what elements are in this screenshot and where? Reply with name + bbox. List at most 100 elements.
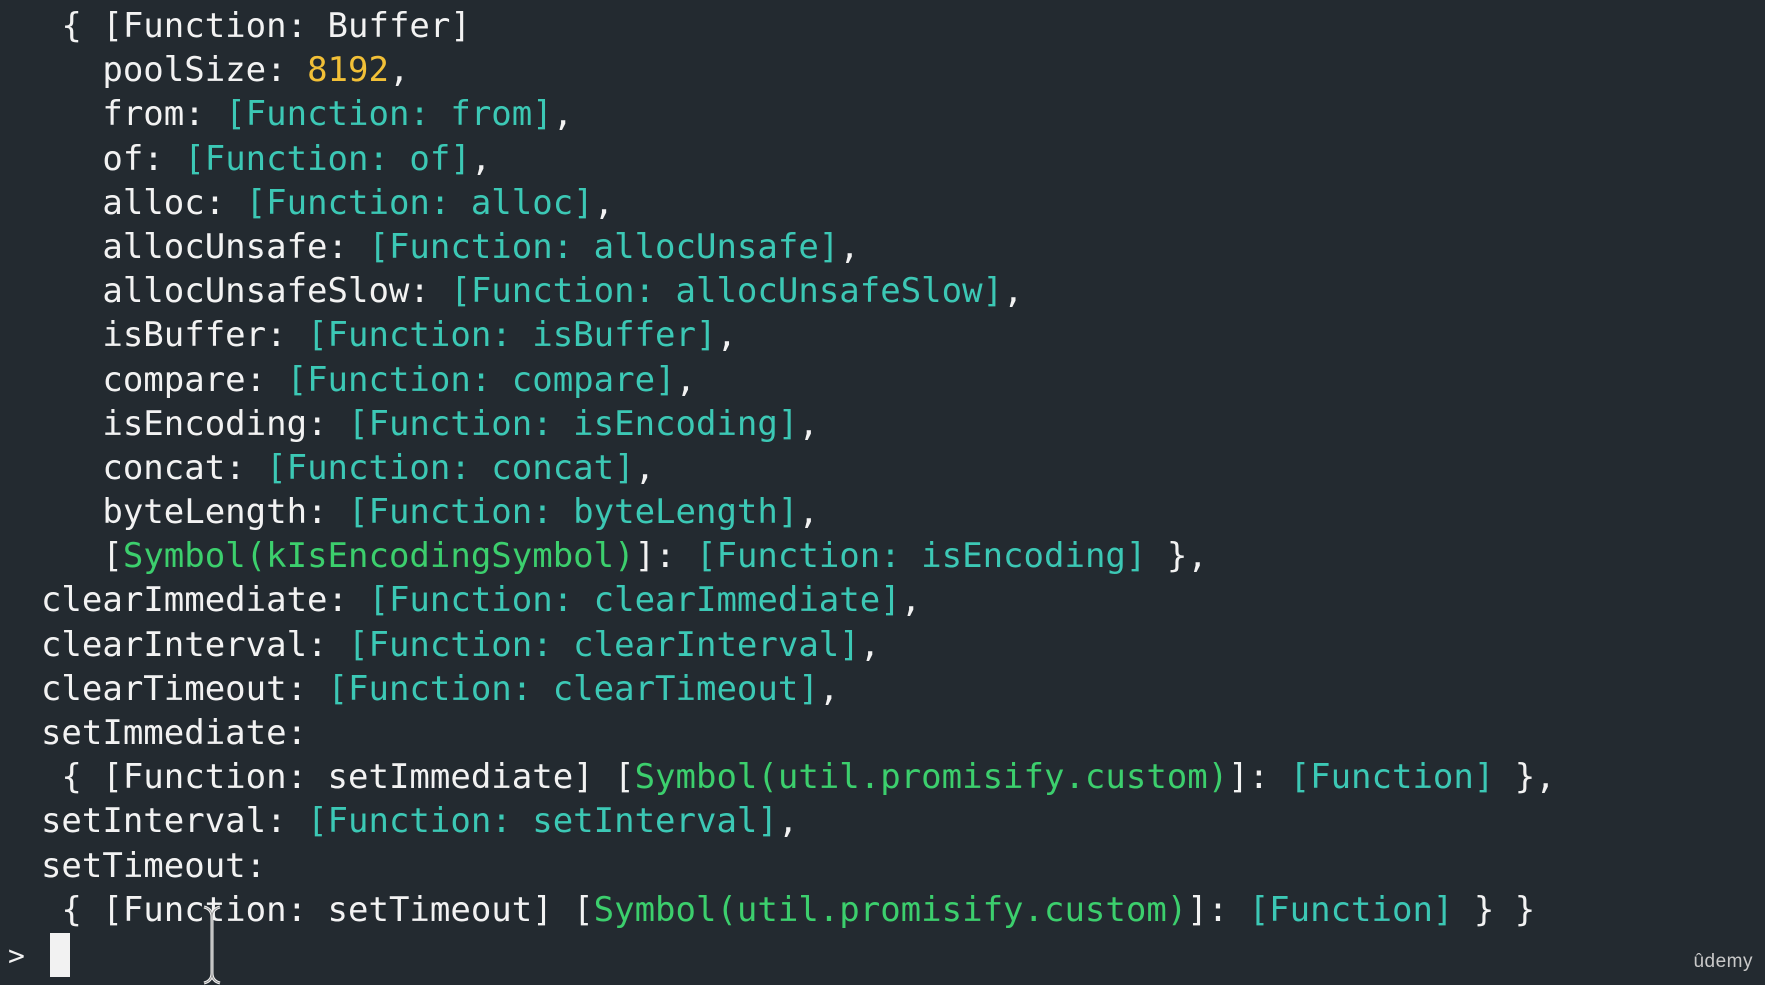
- output-segment-func: [Function: isEncoding]: [696, 536, 1147, 577]
- output-segment-default: clearInterval:: [40, 624, 348, 665]
- output-segment-default: from:: [102, 94, 226, 135]
- console-output: { [Function: Buffer] poolSize: 8192, fro…: [0, 4, 1765, 932]
- output-segment-default: isEncoding:: [102, 403, 348, 444]
- output-line: from: [Function: from],: [0, 92, 1765, 136]
- output-segment-default: compare:: [102, 359, 287, 400]
- terminal-window[interactable]: { [Function: Buffer] poolSize: 8192, fro…: [0, 0, 1765, 985]
- output-segment-default: ,: [859, 624, 881, 665]
- output-segment-default: ]:: [634, 536, 697, 577]
- output-segment-func: [Function: alloc]: [245, 182, 594, 223]
- output-segment-default: allocUnsafe:: [102, 226, 369, 267]
- output-segment-default: },: [1494, 757, 1556, 798]
- output-segment-func: [Function: clearInterval]: [348, 624, 860, 665]
- output-line: of: [Function: of],: [0, 137, 1765, 181]
- output-segment-func: [Function: isEncoding]: [348, 403, 799, 444]
- output-line: { [Function: setTimeout] [Symbol(util.pr…: [0, 888, 1765, 932]
- output-line: allocUnsafe: [Function: allocUnsafe],: [0, 225, 1765, 269]
- output-segment-default: ,: [818, 668, 840, 709]
- output-segment-number: 8192: [307, 50, 389, 91]
- prompt-symbol: >: [8, 938, 25, 972]
- output-segment-default: ,: [716, 315, 737, 356]
- output-segment-default: [: [102, 536, 123, 577]
- output-segment-func: [Function: from]: [225, 94, 553, 135]
- output-segment-default: ,: [388, 50, 410, 91]
- output-line: setImmediate:: [0, 711, 1765, 755]
- output-segment-symbol: Symbol(util.promisify.custom): [634, 757, 1229, 798]
- output-segment-func: [Function: clearTimeout]: [327, 668, 819, 709]
- output-segment-default: allocUnsafeSlow:: [102, 271, 451, 312]
- output-segment-default: setInterval:: [40, 801, 308, 842]
- output-segment-default: ,: [1003, 271, 1024, 312]
- output-segment-default: concat:: [102, 447, 267, 488]
- output-segment-default: byteLength:: [102, 492, 348, 533]
- output-segment-func: [Function]: [1289, 757, 1495, 798]
- output-segment-default: ,: [798, 403, 819, 444]
- output-segment-default: },: [1146, 536, 1208, 577]
- output-line: isBuffer: [Function: isBuffer],: [0, 313, 1765, 357]
- output-line: { [Function: Buffer]: [0, 4, 1765, 48]
- output-segment-default: ,: [900, 580, 922, 621]
- output-segment-default: } }: [1453, 889, 1536, 930]
- output-segment-default: ,: [593, 182, 615, 223]
- output-line: allocUnsafeSlow: [Function: allocUnsafeS…: [0, 269, 1765, 313]
- output-line: clearInterval: [Function: clearInterval]…: [0, 623, 1765, 667]
- output-segment-func: [Function: byteLength]: [348, 492, 799, 533]
- output-segment-func: [Function: of]: [184, 138, 471, 179]
- block-caret-icon: [50, 933, 70, 977]
- output-line: [Symbol(kIsEncodingSymbol)]: [Function: …: [0, 534, 1765, 578]
- output-line: byteLength: [Function: byteLength],: [0, 490, 1765, 534]
- output-segment-default: ,: [777, 801, 799, 842]
- output-segment-default: of:: [102, 138, 185, 179]
- prompt-line[interactable]: >: [0, 930, 70, 980]
- output-segment-func: [Function: clearImmediate]: [368, 580, 901, 621]
- output-segment-func: [Function: allocUnsafeSlow]: [450, 271, 1004, 312]
- output-segment-default: { [Function: setTimeout] [: [61, 889, 594, 930]
- output-segment-default: { [Function: setImmediate] [: [61, 757, 635, 798]
- output-line: clearTimeout: [Function: clearTimeout],: [0, 667, 1765, 711]
- output-line: clearImmediate: [Function: clearImmediat…: [0, 578, 1765, 622]
- output-segment-default: ]:: [1187, 889, 1249, 930]
- output-segment-default: ,: [470, 138, 492, 179]
- output-line: setInterval: [Function: setInterval],: [0, 799, 1765, 843]
- output-line: concat: [Function: concat],: [0, 446, 1765, 490]
- output-segment-func: [Function: isBuffer]: [307, 315, 717, 356]
- output-segment-default: ]:: [1228, 757, 1290, 798]
- output-segment-symbol: Symbol(util.promisify.custom): [593, 889, 1188, 930]
- output-segment-func: [Function: allocUnsafe]: [368, 226, 840, 267]
- output-segment-symbol: Symbol(kIsEncodingSymbol): [122, 536, 635, 577]
- output-segment-default: isBuffer:: [102, 315, 308, 356]
- output-segment-func: [Function: compare]: [286, 359, 676, 400]
- output-segment-default: ,: [675, 359, 697, 400]
- output-segment-default: { [Function: Buffer]: [61, 6, 471, 46]
- output-segment-default: setTimeout:: [40, 845, 267, 886]
- output-segment-default: setImmediate:: [40, 713, 308, 753]
- output-line: poolSize: 8192,: [0, 48, 1765, 92]
- output-segment-func: [Function: setInterval]: [307, 801, 778, 842]
- output-segment-default: ,: [839, 226, 860, 267]
- output-segment-func: [Function: concat]: [266, 447, 635, 488]
- output-segment-default: clearTimeout:: [40, 668, 328, 709]
- output-line: setTimeout:: [0, 844, 1765, 888]
- udemy-watermark: ûdemy: [1693, 951, 1753, 972]
- output-segment-default: clearImmediate:: [40, 580, 369, 621]
